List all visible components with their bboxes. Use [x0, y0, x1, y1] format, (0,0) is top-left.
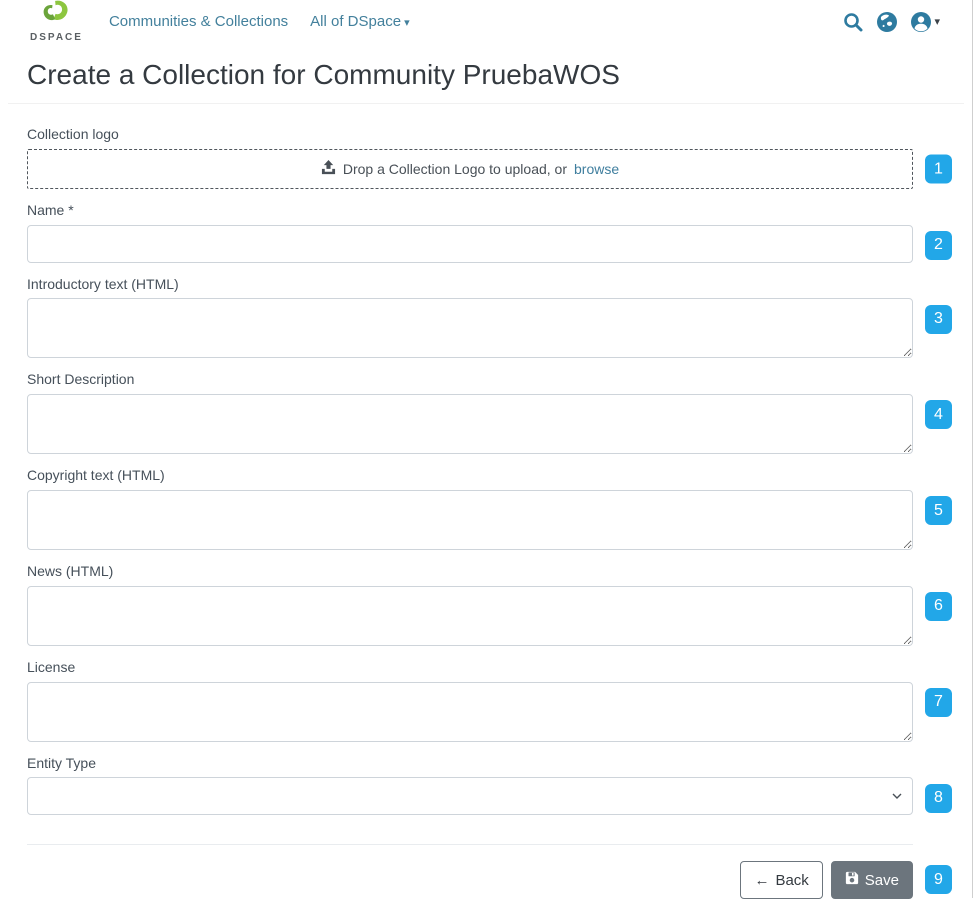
top-navbar: DSPACE Communities & Collections All of …	[0, 0, 972, 43]
news-field-row: News (HTML) 6	[27, 563, 913, 646]
annotation-badge: 7	[925, 688, 952, 717]
search-icon[interactable]	[842, 11, 864, 33]
create-collection-form: Collection logo Drop a Collection Logo t…	[27, 126, 913, 828]
license-label: License	[27, 659, 913, 676]
entity-type-field-row: Entity Type 8	[27, 755, 913, 816]
introductory-text-textarea[interactable]	[27, 298, 913, 358]
annotation-badge: 8	[925, 784, 952, 813]
name-label: Name *	[27, 202, 913, 219]
save-icon	[845, 871, 859, 889]
name-field-row: Name * 2	[27, 202, 913, 263]
name-input[interactable]	[27, 225, 913, 263]
form-actions: ← Back Save 9	[27, 861, 913, 899]
dspace-logo-text: DSPACE	[30, 32, 83, 43]
back-button[interactable]: ← Back	[740, 861, 822, 899]
short-description-textarea[interactable]	[27, 394, 913, 454]
browse-link[interactable]: browse	[574, 161, 619, 177]
license-textarea[interactable]	[27, 682, 913, 742]
dspace-logo-icon	[42, 0, 70, 31]
user-icon[interactable]: ▾	[910, 11, 940, 33]
annotation-badge: 9	[925, 865, 952, 894]
entity-type-select[interactable]	[27, 777, 913, 815]
copyright-text-label: Copyright text (HTML)	[27, 467, 913, 484]
save-button-label: Save	[865, 872, 899, 889]
title-divider	[8, 103, 964, 104]
annotation-badge: 2	[925, 231, 952, 260]
footer-divider	[27, 844, 913, 845]
dropzone-text: Drop a Collection Logo to upload, or	[343, 161, 567, 177]
user-menu-caret-icon: ▾	[934, 15, 940, 28]
globe-icon[interactable]	[876, 11, 898, 33]
dspace-logo[interactable]: DSPACE	[30, 0, 83, 43]
short-description-label: Short Description	[27, 371, 913, 388]
annotation-badge: 4	[925, 400, 952, 429]
collection-logo-label: Collection logo	[27, 126, 913, 143]
annotation-badge: 1	[925, 155, 952, 184]
introductory-text-field-row: Introductory text (HTML) 3	[27, 276, 913, 359]
license-field-row: License 7	[27, 659, 913, 742]
news-label: News (HTML)	[27, 563, 913, 580]
introductory-text-label: Introductory text (HTML)	[27, 276, 913, 293]
page-title: Create a Collection for Community Prueba…	[27, 59, 945, 91]
save-button[interactable]: Save	[831, 861, 913, 899]
nav-all-of-dspace-label: All of DSpace	[310, 13, 401, 30]
nav-all-of-dspace[interactable]: All of DSpace▾	[310, 13, 409, 30]
back-button-label: Back	[775, 872, 808, 889]
back-arrow-icon: ←	[754, 872, 769, 889]
news-textarea[interactable]	[27, 586, 913, 646]
short-description-field-row: Short Description 4	[27, 371, 913, 454]
annotation-badge: 5	[925, 496, 952, 525]
collection-logo-dropzone[interactable]: Drop a Collection Logo to upload, or bro…	[27, 149, 913, 189]
annotation-badge: 3	[925, 305, 952, 334]
collection-logo-field-row: Collection logo Drop a Collection Logo t…	[27, 126, 913, 189]
nav-communities-collections[interactable]: Communities & Collections	[109, 13, 288, 30]
entity-type-label: Entity Type	[27, 755, 913, 772]
copyright-text-textarea[interactable]	[27, 490, 913, 550]
chevron-down-icon: ▾	[404, 17, 410, 29]
copyright-text-field-row: Copyright text (HTML) 5	[27, 467, 913, 550]
annotation-badge: 6	[925, 592, 952, 621]
upload-icon	[321, 160, 336, 178]
